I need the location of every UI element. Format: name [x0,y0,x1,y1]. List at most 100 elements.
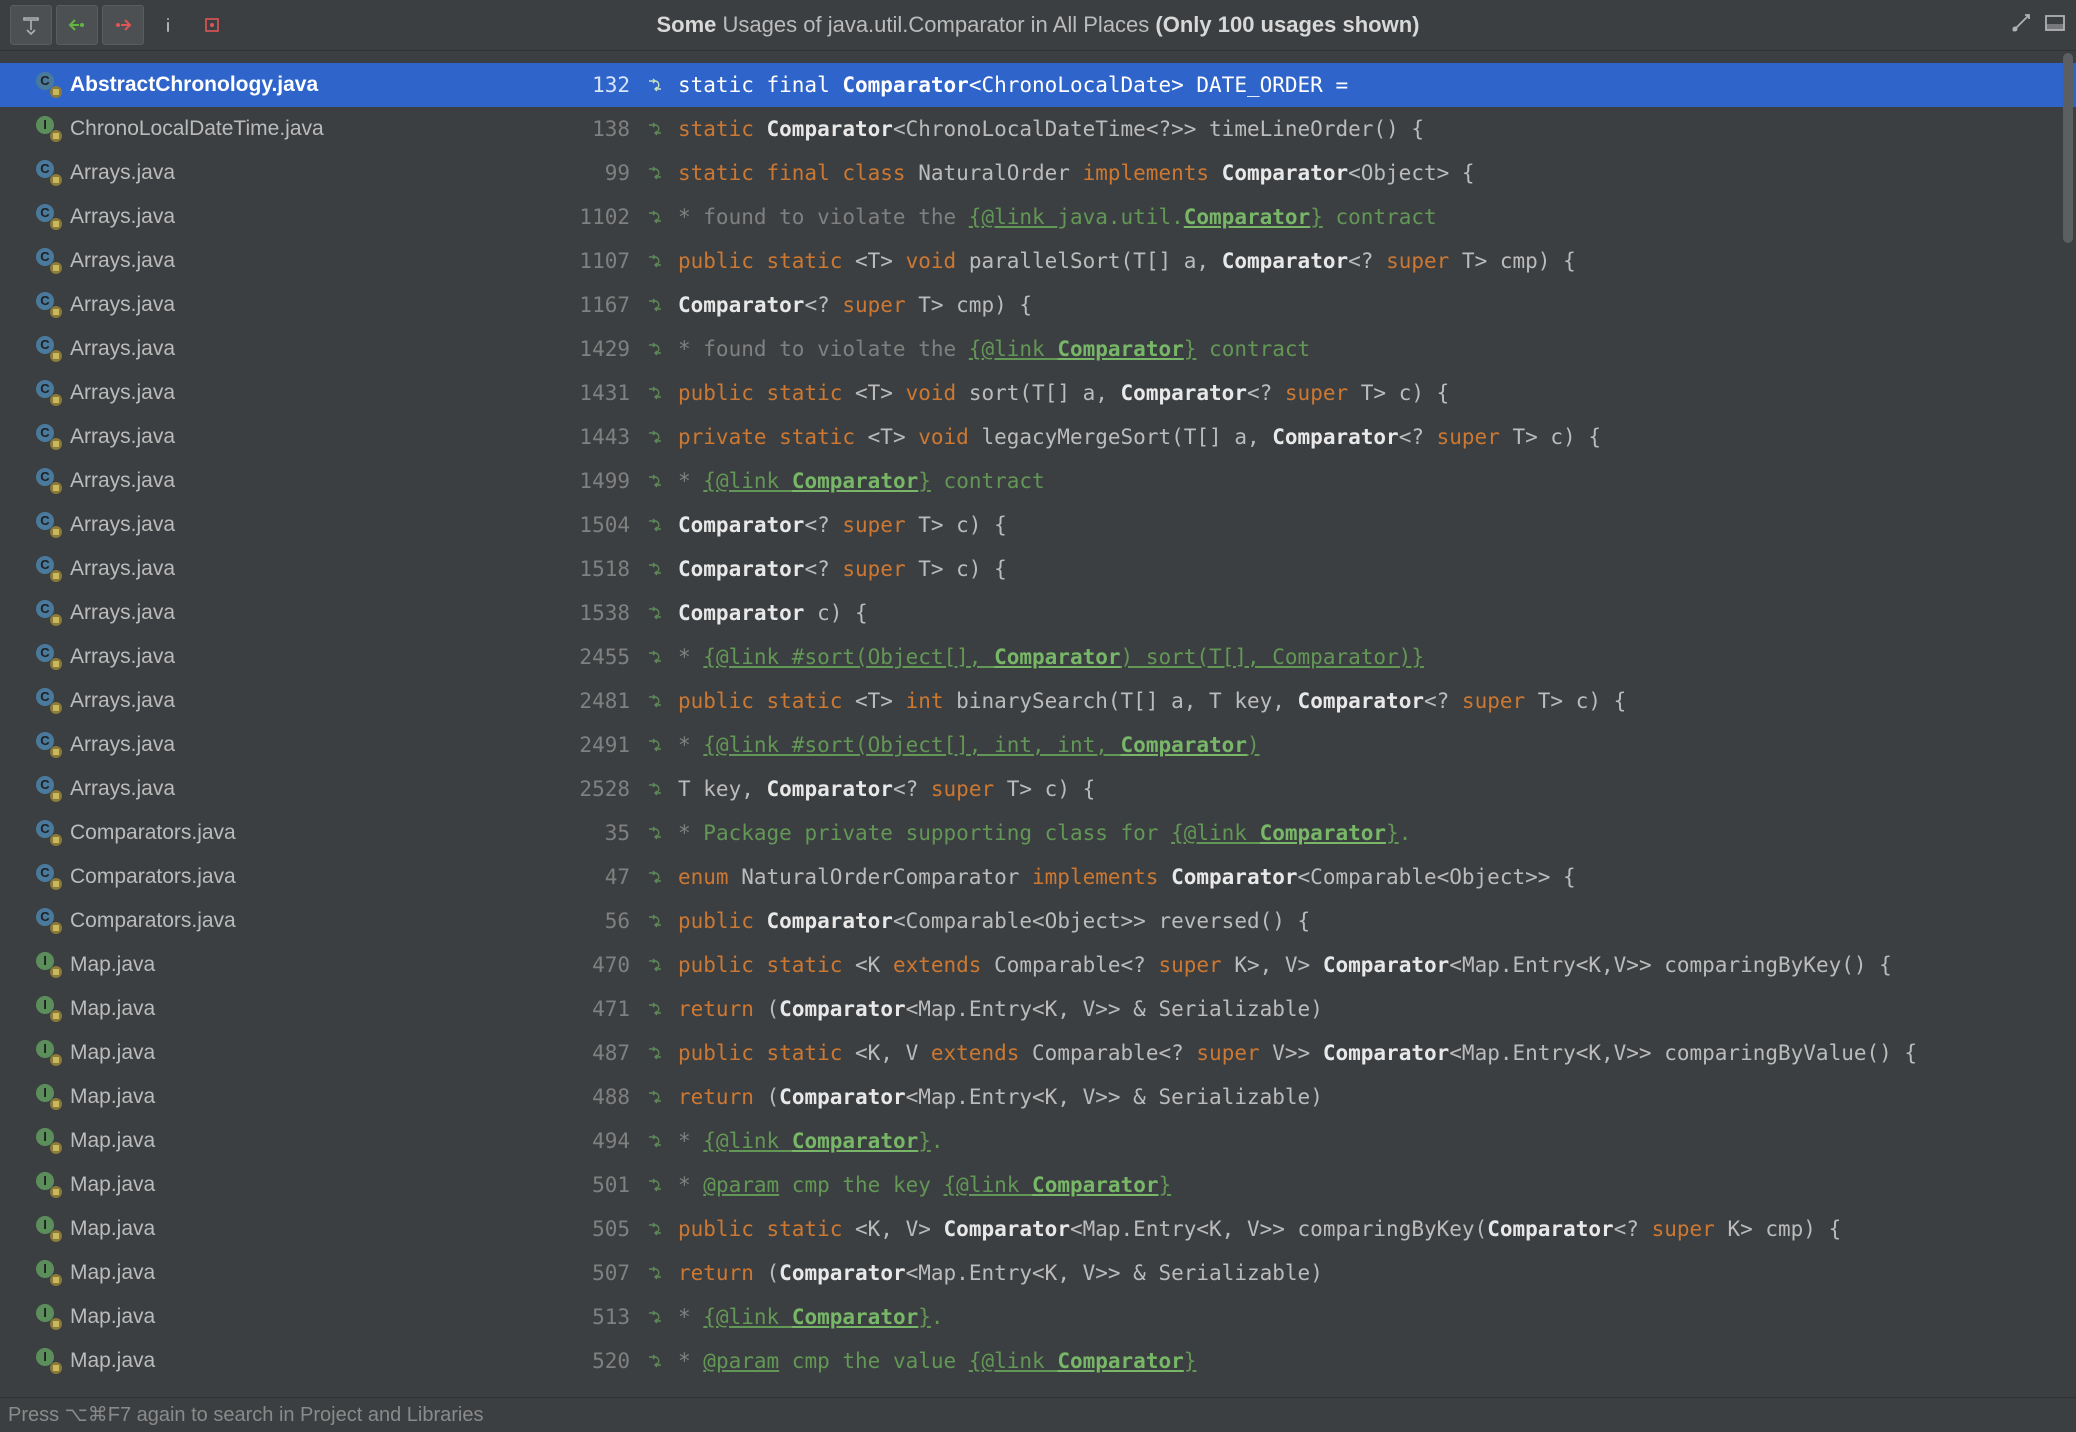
usage-row[interactable]: ChronoLocalDateTime.java138static Compar… [0,107,2076,151]
usage-file-name: Arrays.java [70,381,540,405]
usage-row[interactable]: Arrays.java99static final class NaturalO… [0,151,2076,195]
usage-row[interactable]: Arrays.java1443private static <T> void l… [0,415,2076,459]
pin-button[interactable] [10,5,52,45]
usage-row[interactable]: Arrays.java2491* {@link #sort(Object[], … [0,723,2076,767]
class-file-icon [36,468,62,494]
usage-line-number: 1504 [540,513,630,537]
usage-row[interactable]: AbstractChronology.java132static final C… [0,63,2076,107]
class-file-icon [36,820,62,846]
class-file-icon [36,336,62,362]
usage-row[interactable]: Arrays.java1429 * found to violate the {@… [0,327,2076,371]
next-occurrence-button[interactable] [102,5,144,45]
hint-bar: Press ⌥⌘F7 again to search in Project an… [0,1397,2076,1432]
usage-row[interactable]: Arrays.java1431public static <T> void so… [0,371,2076,415]
usage-file-name: Map.java [70,997,540,1021]
usage-code-snippet: private static <T> void legacyMergeSort(… [678,425,1601,449]
class-file-icon [36,512,62,538]
interface-file-icon [36,1216,62,1242]
usage-line-number: 1443 [540,425,630,449]
navigate-icon [646,339,670,359]
usage-row[interactable]: Map.java470public static <K extends Comp… [0,943,2076,987]
usage-row[interactable]: Arrays.java1102* found to violate the {@… [0,195,2076,239]
navigate-icon [646,1043,670,1063]
usage-file-name: Map.java [70,1305,540,1329]
class-file-icon [36,732,62,758]
class-file-icon [36,204,62,230]
title-suffix: (Only 100 usages shown) [1155,12,1419,37]
usage-row[interactable]: Map.java501* @param cmp the key {@link C… [0,1163,2076,1207]
target-button[interactable] [192,6,232,44]
class-file-icon [36,644,62,670]
usage-code-snippet: enum NaturalOrderComparator implements C… [678,865,1576,889]
usage-file-name: Arrays.java [70,249,540,273]
usage-code-snippet: static Comparator<ChronoLocalDateTime<?>… [678,117,1424,141]
prev-occurrence-button[interactable] [56,5,98,45]
navigate-icon [646,471,670,491]
interface-file-icon [36,1260,62,1286]
usage-line-number: 2455 [540,645,630,669]
usage-row[interactable]: Map.java507return (Comparator<Map.Entry<… [0,1251,2076,1295]
usage-row[interactable]: Arrays.java1518Comparator<? super T> c) … [0,547,2076,591]
usage-row[interactable]: Arrays.java1538Comparator c) { [0,591,2076,635]
info-button[interactable] [148,6,188,44]
usage-line-number: 1429 [540,337,630,361]
usage-file-name: Comparators.java [70,909,540,933]
usage-code-snippet: * Package private supporting class for {… [678,821,1411,845]
usage-row[interactable]: Arrays.java1107 public static <T> void pa… [0,239,2076,283]
navigate-icon [646,251,670,271]
class-file-icon [36,292,62,318]
class-file-icon [36,160,62,186]
navigate-icon [646,911,670,931]
usage-row[interactable]: Arrays.java2455* {@link #sort(Object[], … [0,635,2076,679]
usage-row[interactable]: Arrays.java2481public static <T> int bin… [0,679,2076,723]
usage-line-number: 1499 [540,469,630,493]
usage-row[interactable]: Map.java471return (Comparator<Map.Entry<… [0,987,2076,1031]
navigate-icon [646,955,670,975]
usage-line-number: 487 [540,1041,630,1065]
navigate-icon [646,1263,670,1283]
usage-row[interactable]: Comparators.java35* Package private supp… [0,811,2076,855]
usage-results-list[interactable]: AbstractChronology.java132static final C… [0,51,2076,1397]
class-file-icon [36,864,62,890]
usage-row[interactable]: Map.java494* {@link Comparator}. [0,1119,2076,1163]
usage-file-name: Arrays.java [70,645,540,669]
usage-code-snippet: * {@link Comparator}. [678,1305,944,1329]
navigate-icon [646,1175,670,1195]
find-usages-header: Some Usages of java.util.Comparator in A… [0,0,2076,51]
usage-row[interactable]: Arrays.java1504Comparator<? super T> c) … [0,503,2076,547]
navigate-icon [646,867,670,887]
usage-file-name: Arrays.java [70,293,540,317]
class-file-icon [36,688,62,714]
navigate-icon [646,427,670,447]
usage-line-number: 2481 [540,689,630,713]
usage-code-snippet: public static <T> void parallelSort(T[] … [678,249,1576,273]
navigate-icon [646,1219,670,1239]
class-file-icon [36,248,62,274]
usage-row[interactable]: Map.java520* @param cmp the value {@link… [0,1339,2076,1383]
usage-row[interactable]: Comparators.java47enum NaturalOrderCompa… [0,855,2076,899]
usage-code-snippet: * {@link #sort(Object[], int, int, Compa… [678,733,1260,757]
usage-code-snippet: public Comparator<Comparable<Object>> re… [678,909,1310,933]
usage-line-number: 132 [540,73,630,97]
usage-file-name: Arrays.java [70,205,540,229]
usage-row[interactable]: Arrays.java1499* {@link Comparator} cont… [0,459,2076,503]
usage-file-name: Map.java [70,1041,540,1065]
navigate-icon [646,75,670,95]
usage-row[interactable]: Arrays.java2528T key, Comparator<? super… [0,767,2076,811]
scrollbar-thumb[interactable] [2063,53,2073,243]
usage-row[interactable]: Arrays.java1167Comparator<? super T> cmp… [0,283,2076,327]
usage-row[interactable]: Comparators.java56public Comparator<Comp… [0,899,2076,943]
usage-row[interactable]: Map.java513* {@link Comparator}. [0,1295,2076,1339]
open-in-tool-window-icon[interactable] [2044,12,2066,39]
usage-code-snippet: static final class NaturalOrder implemen… [678,161,1475,185]
usage-file-name: Arrays.java [70,337,540,361]
settings-icon[interactable] [2010,12,2032,39]
usage-line-number: 35 [540,821,630,845]
usage-file-name: Map.java [70,1217,540,1241]
usage-row[interactable]: Map.java505public static <K, V> Comparat… [0,1207,2076,1251]
usage-row[interactable]: Map.java487public static <K, V extends C… [0,1031,2076,1075]
usage-code-snippet: * found to violate the {@link Comparator… [678,337,1310,361]
usage-line-number: 1107 [540,249,630,273]
usage-code-snippet: public static <T> int binarySearch(T[] a… [678,689,1626,713]
usage-row[interactable]: Map.java488return (Comparator<Map.Entry<… [0,1075,2076,1119]
